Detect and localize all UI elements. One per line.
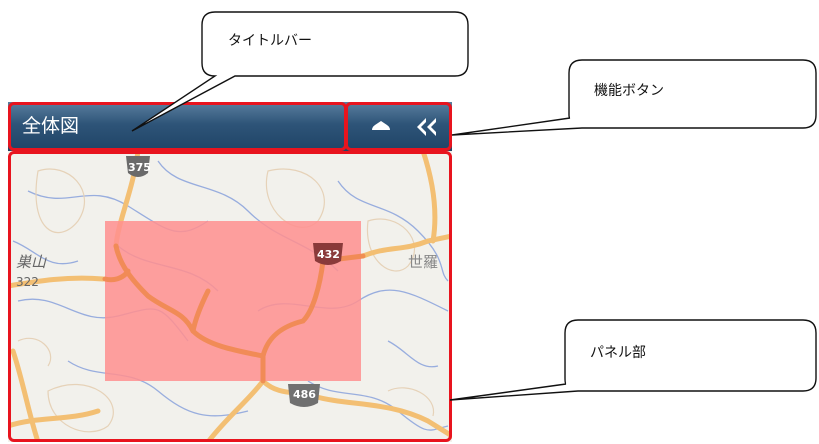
title-bar-callout-label: タイトルバー [228, 33, 312, 49]
function-buttons-callout-label: 機能ボタン [594, 83, 664, 99]
callout-shapes [131, 11, 817, 401]
panel-callout-label: パネル部 [590, 345, 646, 361]
